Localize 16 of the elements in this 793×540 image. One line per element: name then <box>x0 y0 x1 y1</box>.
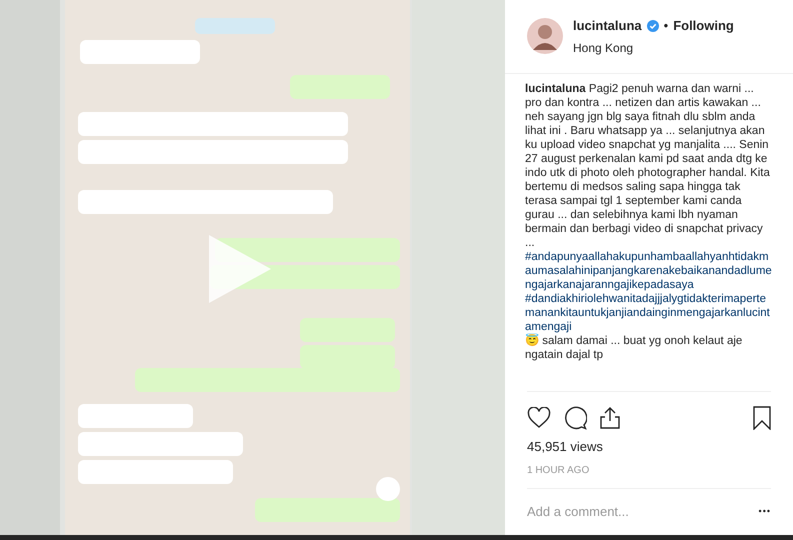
hashtag-link[interactable]: #andapunyaallahakupunhambaallahyanhtidakmaumasalahinipanjangkarenakebaikanandadlumengajarkanajaranngajikepadasaya <box>525 250 773 292</box>
view-count[interactable]: 45,951 views <box>527 437 771 457</box>
heart-icon[interactable] <box>527 407 551 430</box>
avatar[interactable] <box>527 18 563 54</box>
following-button[interactable]: Following <box>673 16 734 36</box>
username[interactable]: lucintaluna <box>573 16 642 36</box>
caption-text: 😇 salam damai ... buat yg onoh kelaut aje ngatain dajal tp <box>525 334 744 362</box>
comment-field[interactable]: Add a comment... <box>527 502 759 522</box>
comment-icon[interactable] <box>563 406 587 430</box>
separator: • <box>664 17 668 35</box>
bookmark-icon[interactable] <box>753 406 771 430</box>
more-options-button[interactable]: ••• <box>758 505 771 519</box>
location[interactable]: Hong Kong <box>573 38 734 56</box>
caption-text: lucintaluna Pagi2 penuh warna dan warni ... pro dan kontra ... netizen dan artis kawakan ... neh sayang jgn blg saya fitnah dlu sblm anda lihat ini . Baru whatsapp ya ... selanjutnya akan ku upload video snapchat yg manjalita .... Senin 27 august perkenalan kami pd saat anda dtg ke indo utk di photo oleh photographer handal. Kita bertemu di medsos saling sapa hingga tak terasa sampai tgl 1 september kami canda gurau ... dan selebihnya kami lbh nyaman bermain dan berbagi video di snapchat privacy ... <box>525 82 771 250</box>
share-icon[interactable] <box>599 406 621 430</box>
hashtag-link[interactable]: #dandiakhiriolehwanitadajjjalygtidakterimapertemanankitauntukjanjiandainginmengajarkanlucintamengaji <box>525 292 773 334</box>
